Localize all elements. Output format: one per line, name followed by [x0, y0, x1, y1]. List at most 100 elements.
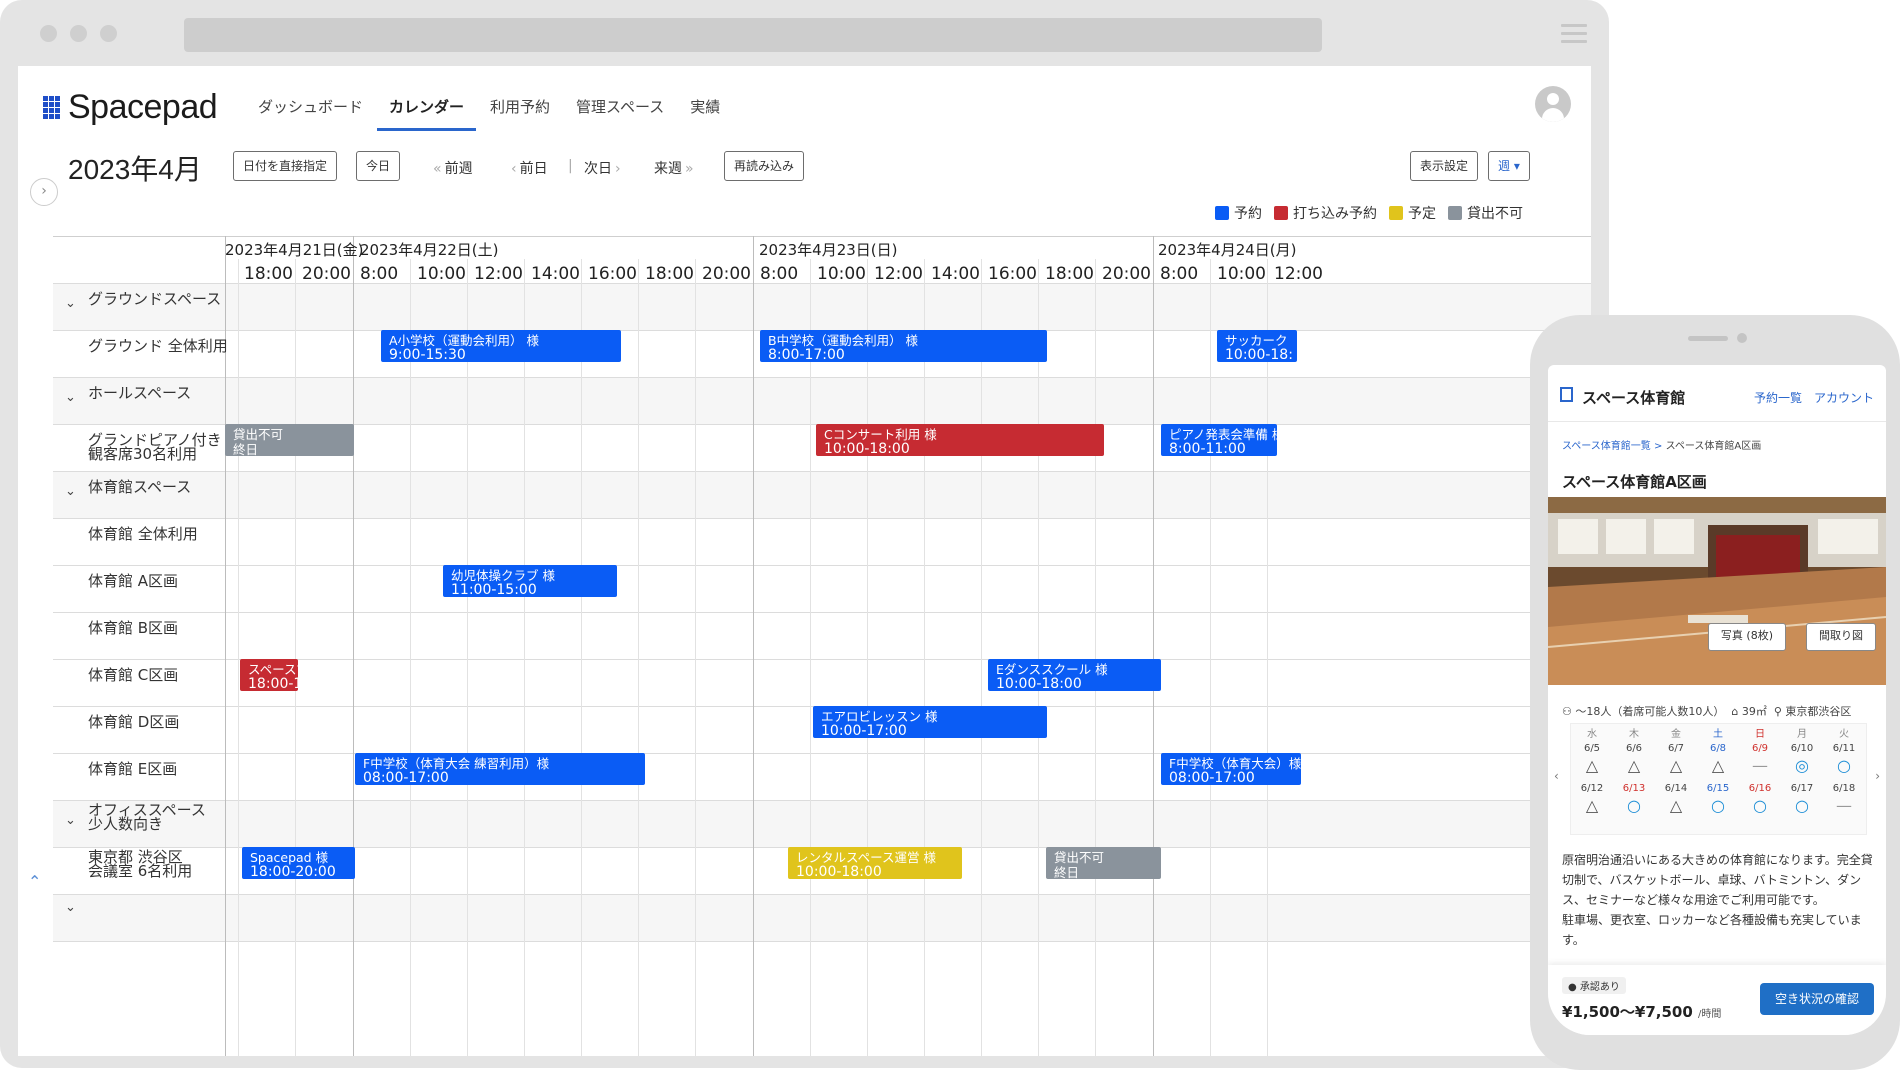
event-entered-reservation[interactable]: スペースマ18:00-19 — [240, 659, 298, 691]
grid-line — [238, 259, 239, 1056]
prev-week-link[interactable]: «前週 — [430, 158, 473, 178]
phone-mockup: スペース体育館 予約一覧 アカウント スペース体育館一覧 > スペース体育館A区画… — [1530, 315, 1900, 1070]
time-header: 14:00 — [531, 264, 580, 284]
spacepad-logo[interactable]: Spacepad — [43, 88, 218, 127]
time-header: 16:00 — [588, 264, 637, 284]
today-button[interactable]: 今日 — [356, 151, 401, 181]
event-reservation[interactable]: エアロビレッスン 様 10:00-17:00 — [813, 706, 1047, 738]
date-jump-button[interactable]: 日付を直接指定 — [233, 151, 338, 181]
weekday-label: 日 — [1755, 729, 1765, 740]
event-unavailable[interactable]: 貸出不可 終日 — [1046, 847, 1161, 879]
nav-dashboard[interactable]: ダッシュボード — [258, 96, 363, 131]
event-reservation[interactable]: B中学校（運動会利用） 様 8:00-17:00 — [760, 330, 1047, 362]
event-reservation[interactable]: Spacepad 様 18:00-20:00 — [242, 847, 355, 879]
event-title: F中学校（体育大会）様 — [1169, 756, 1301, 771]
resource-label: 体育館 D区画 — [88, 713, 180, 731]
user-avatar-icon[interactable] — [1535, 86, 1571, 122]
grid-line — [1267, 259, 1268, 1056]
scroll-up-chevron-icon[interactable]: ⌃ — [28, 872, 41, 891]
event-title: A小学校（運動会利用） 様 — [389, 333, 540, 348]
nav-reservations[interactable]: 利用予約 — [490, 96, 550, 131]
reload-button[interactable]: 再読み込み — [724, 151, 805, 181]
legend-label: 予定 — [1408, 206, 1436, 222]
grid-line — [225, 236, 226, 1056]
day-number: 6/15 — [1706, 783, 1730, 794]
date-header: 2023年4月22日(土) — [360, 241, 499, 259]
availability-mark: △ — [1711, 756, 1725, 775]
view-select-dropdown[interactable]: 週 ▾ — [1488, 151, 1530, 181]
prev-day-link[interactable]: ‹ 前日 — [508, 158, 548, 178]
weekday-label: 水 — [1587, 729, 1597, 740]
resource-label: 体育館 B区画 — [88, 619, 179, 637]
availability-mark: ○ — [1837, 756, 1851, 775]
time-header: 14:00 — [931, 264, 980, 284]
location-pin-icon: ⚲ — [1773, 705, 1782, 718]
price-unit: /時間 — [1698, 1009, 1722, 1020]
photos-button[interactable]: 写真 (8枚) — [1707, 623, 1786, 651]
caret-down-icon: ▾ — [1513, 159, 1520, 173]
legend-label: 打ち込み予約 — [1293, 206, 1377, 222]
chevron-left-icon[interactable]: ‹ — [1554, 769, 1559, 783]
chevron-right-icon[interactable]: › — [1875, 769, 1880, 783]
event-plan[interactable]: レンタルスペース運営 様 10:00-18:00 — [788, 847, 962, 879]
event-entered-reservation[interactable]: Cコンサート利用 様 10:00-18:00 — [816, 424, 1104, 456]
resource-label: 観客席30名利用 — [88, 445, 198, 463]
grid-line — [810, 259, 811, 1056]
floorplan-button[interactable]: 間取り図 — [1806, 623, 1876, 651]
event-title: レンタルスペース運営 様 — [796, 850, 936, 865]
event-time: 10:00-17:00 — [821, 723, 907, 739]
collapse-chevron-icon[interactable]: ⌄ — [65, 813, 76, 828]
event-unavailable[interactable]: 貸出不可 終日 — [225, 424, 354, 456]
next-day-link[interactable]: 次日 › — [584, 158, 624, 178]
grid-line — [695, 259, 696, 1056]
account-link[interactable]: アカウント — [1814, 391, 1874, 405]
prev-week-label: 前週 — [444, 161, 473, 177]
collapse-chevron-icon[interactable]: ⌄ — [65, 900, 76, 915]
check-availability-button[interactable]: 空き状況の確認 — [1760, 983, 1874, 1015]
grid-line — [53, 894, 1591, 895]
event-reservation[interactable]: A小学校（運動会利用） 様 9:00-15:30 — [381, 330, 621, 362]
breadcrumb-parent[interactable]: スペース体育館一覧 — [1562, 441, 1651, 452]
event-reservation[interactable]: F中学校（体育大会）様 08:00-17:00 — [1161, 753, 1301, 785]
approval-badge: ● 承認あり — [1562, 977, 1626, 994]
collapse-chevron-icon[interactable]: ⌄ — [65, 484, 76, 499]
group-label: 少人数向き — [88, 815, 164, 833]
availability-mark: △ — [1585, 796, 1599, 815]
phone-site-title[interactable]: スペース体育館 — [1582, 387, 1685, 408]
time-header: 12:00 — [474, 264, 523, 284]
collapse-chevron-icon[interactable]: ⌄ — [65, 390, 76, 405]
next-day-label: 次日 — [584, 161, 612, 177]
collapse-chevron-icon[interactable]: ⌄ — [65, 296, 76, 311]
time-header: 12:00 — [1274, 264, 1323, 284]
group-label: 体育館スペース — [88, 478, 192, 496]
event-time: 18:00-19 — [248, 676, 298, 692]
hamburger-menu-icon[interactable] — [1561, 24, 1587, 46]
group-label: グラウンドスペース — [88, 290, 222, 308]
gym-photo[interactable]: 写真 (8枚) 間取り図 — [1548, 497, 1886, 685]
event-reservation[interactable]: 幼児体操クラブ 様 11:00-15:00 — [443, 565, 617, 597]
nav-calendar[interactable]: カレンダー — [377, 96, 477, 131]
event-reservation[interactable]: ピアノ発表会準備 様 8:00-11:00 — [1161, 424, 1277, 456]
availability-mark: △ — [1585, 756, 1599, 775]
event-reservation[interactable]: Eダンススクール 様 10:00-18:00 — [988, 659, 1161, 691]
nav-managed-spaces[interactable]: 管理スペース — [576, 96, 664, 131]
event-title: Cコンサート利用 様 — [824, 427, 937, 442]
day-number: 6/17 — [1790, 783, 1814, 794]
nav-results[interactable]: 実績 — [690, 96, 720, 131]
sidebar-expand-chevron-icon[interactable]: › — [30, 178, 58, 206]
display-settings-button[interactable]: 表示設定 — [1410, 151, 1479, 181]
event-reservation[interactable]: F中学校（体育大会 練習利用）様 08:00-17:00 — [355, 753, 645, 785]
main-nav: ダッシュボード カレンダー 利用予約 管理スペース 実績 — [258, 96, 746, 131]
day-number: 6/14 — [1664, 783, 1688, 794]
reservation-list-link[interactable]: 予約一覧 — [1754, 391, 1802, 405]
address-bar[interactable] — [184, 18, 1322, 52]
weekday-label: 土 — [1713, 729, 1723, 740]
resource-label: 会議室 6名利用 — [88, 862, 193, 880]
calendar-grid: 2023年4月21日(金) 2023年4月22日(土) 2023年4月23日(日… — [53, 236, 1591, 1056]
event-title: F中学校（体育大会 練習利用）様 — [363, 756, 550, 771]
event-title: 貸出不可 — [1054, 850, 1105, 865]
next-week-link[interactable]: 来週» — [654, 158, 697, 178]
event-time: 10:00-18:00 — [996, 676, 1082, 692]
group-row-bg — [53, 800, 1591, 847]
event-reservation[interactable]: サッカーク 10:00-18: — [1217, 330, 1297, 362]
